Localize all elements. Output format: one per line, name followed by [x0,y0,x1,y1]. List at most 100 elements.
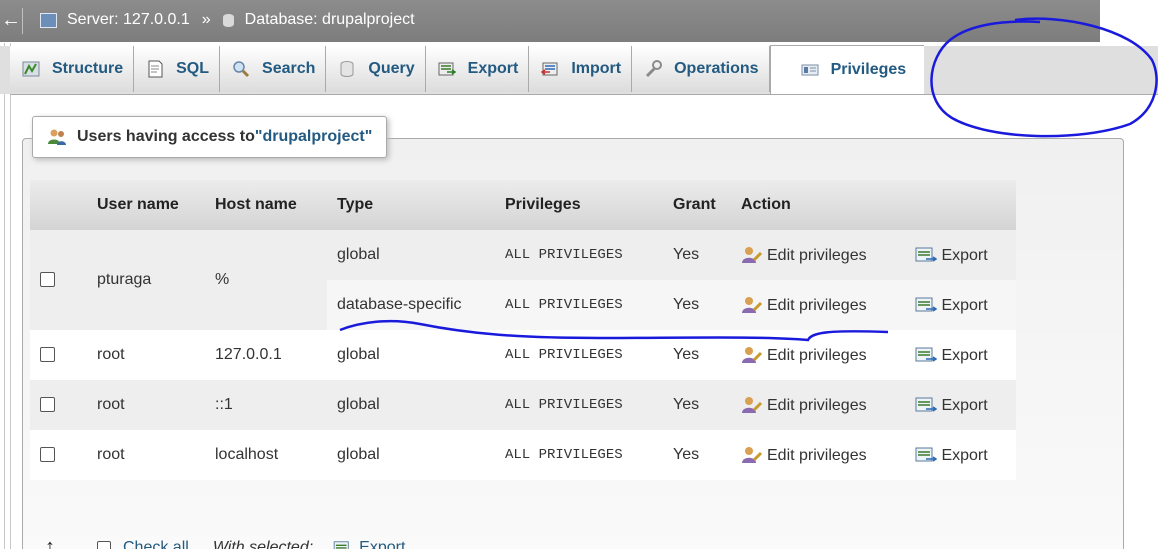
type-cell: database-specific [327,280,495,330]
export-icon [915,447,938,462]
table-row: root 127.0.0.1 global ALL PRIVILEGES Yes… [30,330,1016,380]
header-type: Type [327,180,495,230]
tab-structure-label: Structure [52,60,124,77]
export-link[interactable]: Export [905,380,1016,430]
type-cell: global [327,380,495,430]
row-checkbox[interactable] [40,347,55,363]
grant-cell: Yes [663,430,731,480]
edit-privileges-label: Edit privileges [767,446,867,464]
edit-privileges-label: Edit privileges [767,296,867,314]
tab-sql-label: SQL [176,60,210,77]
tab-query[interactable]: Query [326,46,426,92]
row-checkbox-cell [30,230,87,330]
section-title-database: "drupalproject" [254,128,373,145]
user-name-cell: pturaga [87,230,205,330]
query-icon [340,61,354,77]
tab-import[interactable]: Import [529,46,633,92]
users-table: User name Host name Type Privileges Gran… [30,180,1016,480]
tab-operations[interactable]: Operations [632,46,770,92]
row-checkbox[interactable] [40,447,55,463]
tab-search-label: Search [262,60,316,77]
tab-sql[interactable]: SQL [134,46,221,92]
bulk-actions-bar: ↑ Check all With selected: Export [45,536,405,549]
privileges-cell: ALL PRIVILEGES [495,430,663,480]
export-label: Export [941,246,988,264]
header-privileges: Privileges [495,180,663,230]
back-arrow-icon[interactable]: ← [0,8,23,34]
header-user-name: User name [87,180,205,230]
with-selected-label: With selected: [212,538,314,549]
edit-privileges-link[interactable]: Edit privileges [731,380,906,430]
edit-privileges-link[interactable]: Edit privileges [731,280,906,330]
check-all-label[interactable]: Check all [123,539,189,549]
edit-user-icon [742,296,763,313]
table-row: pturaga % global ALL PRIVILEGES Yes Edit… [30,230,1016,330]
user-name-cell: root [87,380,205,430]
database-icon [222,13,234,27]
edit-user-icon [742,446,763,463]
tab-import-label: Import [571,60,622,77]
left-panel-divider[interactable] [4,43,5,549]
edit-privileges-label: Edit privileges [767,396,867,414]
export-link[interactable]: Export [905,430,1016,480]
type-cell: global [327,330,495,380]
structure-icon [22,61,40,77]
edit-user-icon [742,246,763,263]
privileges-cell: ALL PRIVILEGES [495,280,663,330]
privileges-icon [801,64,819,76]
server-icon [40,12,57,28]
edit-privileges-link[interactable]: Edit privileges [731,330,906,380]
tab-export-label: Export [467,60,519,77]
edit-privileges-label: Edit privileges [767,346,867,364]
export-icon [915,397,938,412]
left-panel-edge [0,43,11,549]
export-label: Export [941,346,988,364]
export-icon [915,347,938,362]
grant-cell: Yes [663,330,731,380]
tab-search[interactable]: Search [220,46,327,92]
tab-structure[interactable]: Structure [10,46,135,92]
tab-operations-label: Operations [674,60,759,77]
row-checkbox[interactable] [40,397,55,413]
tab-query-label: Query [368,60,415,77]
user-name-cell: root [87,430,205,480]
grant-cell: Yes [663,230,731,280]
row-checkbox[interactable] [40,272,55,288]
check-all-checkbox[interactable] [97,540,111,549]
export-link[interactable]: Export [905,330,1016,380]
export-label: Export [941,446,988,464]
header-grant: Grant [663,180,731,230]
header-action: Action [731,180,1016,230]
breadcrumb-server[interactable]: Server: 127.0.0.1 [67,11,190,29]
phpmyadmin-window: ← Server: 127.0.0.1 » Database: drupalpr… [0,0,1158,549]
export-label: Export [941,296,988,314]
export-link[interactable]: Export [905,230,1016,280]
grant-cell: Yes [663,380,731,430]
user-name-cell: root [87,330,205,380]
breadcrumb: Server: 127.0.0.1 » Database: drupalproj… [40,11,415,29]
breadcrumb-bar: ← Server: 127.0.0.1 » Database: drupalpr… [0,0,1100,42]
row-checkbox-cell [30,330,87,380]
table-row: root ::1 global ALL PRIVILEGES Yes Edit … [30,380,1016,430]
export-icon [915,297,938,312]
export-link[interactable]: Export [905,280,1016,330]
tab-privileges-label: Privileges [830,61,907,78]
tab-privileges[interactable]: Privileges [769,45,925,94]
header-checkbox-column [30,180,87,230]
bulk-export-button[interactable]: Export [359,539,405,549]
host-name-cell: 127.0.0.1 [205,330,327,380]
edit-privileges-link[interactable]: Edit privileges [731,230,906,280]
search-icon [233,61,250,78]
select-arrow-icon: ↑ [45,536,55,549]
export-icon [915,247,938,262]
export-icon [333,541,349,549]
host-name-cell: ::1 [205,380,327,430]
host-name-cell: localhost [205,430,327,480]
tab-export[interactable]: Export [425,46,530,92]
edit-privileges-link[interactable]: Edit privileges [731,430,906,480]
export-icon [438,62,456,76]
host-name-cell: % [205,230,327,330]
privileges-cell: ALL PRIVILEGES [495,380,663,430]
row-checkbox-cell [30,380,87,430]
breadcrumb-database[interactable]: Database: drupalproject [245,11,415,29]
